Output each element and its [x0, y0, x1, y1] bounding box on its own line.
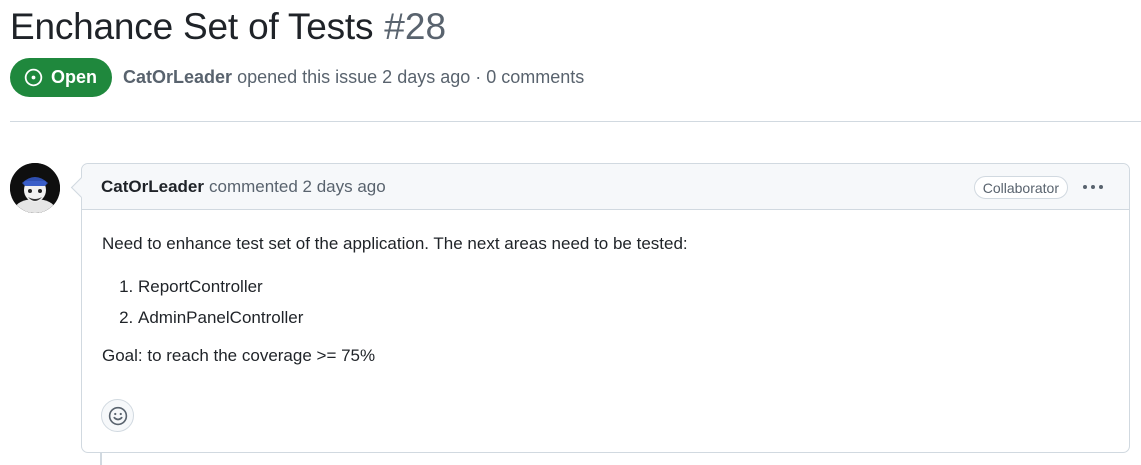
list-item: AdminPanelController [138, 306, 1109, 330]
collaborator-badge: Collaborator [973, 176, 1068, 199]
comment-header: CatOrLeader commented 2 days ago Collabo… [82, 164, 1129, 210]
issue-meta: Open CatOrLeader opened this issue 2 day… [10, 58, 1141, 97]
header-divider [10, 121, 1141, 122]
issue-author-link[interactable]: CatOrLeader [123, 67, 232, 87]
comment-body: Need to enhance test set of the applicat… [82, 210, 1129, 368]
state-badge: Open [10, 58, 113, 97]
kebab-horizontal-icon [1083, 185, 1103, 189]
issue-header: Enchance Set of Tests #28 Open CatOrLead… [10, 6, 1141, 97]
comment-list: ReportController AdminPanelController [138, 275, 1109, 330]
comment-menu-button[interactable] [1081, 177, 1105, 197]
add-reaction-button[interactable] [101, 399, 134, 432]
issue-meta-rest: opened this issue 2 days ago · 0 comment… [237, 67, 585, 87]
avatar-image [10, 163, 60, 213]
comment-goal: Goal: to reach the coverage >= 75% [102, 346, 376, 365]
state-label: Open [51, 67, 98, 87]
comment-author-link[interactable]: CatOrLeader [101, 177, 204, 197]
smiley-icon [108, 406, 127, 425]
comment-intro: Need to enhance test set of the applicat… [102, 234, 688, 253]
list-item: ReportController [138, 275, 1109, 299]
comment-box: CatOrLeader commented 2 days ago Collabo… [81, 163, 1130, 453]
issue-title: Enchance Set of Tests [10, 6, 374, 47]
issue-number: #28 [384, 6, 447, 47]
title-row: Enchance Set of Tests #28 [10, 6, 1141, 48]
user-avatar[interactable] [10, 163, 60, 213]
issue-meta-text: CatOrLeader opened this issue 2 days ago… [123, 67, 584, 88]
timeline-connector [100, 453, 102, 465]
comment-timestamp[interactable]: commented 2 days ago [209, 177, 386, 197]
issue-opened-icon [24, 68, 43, 87]
